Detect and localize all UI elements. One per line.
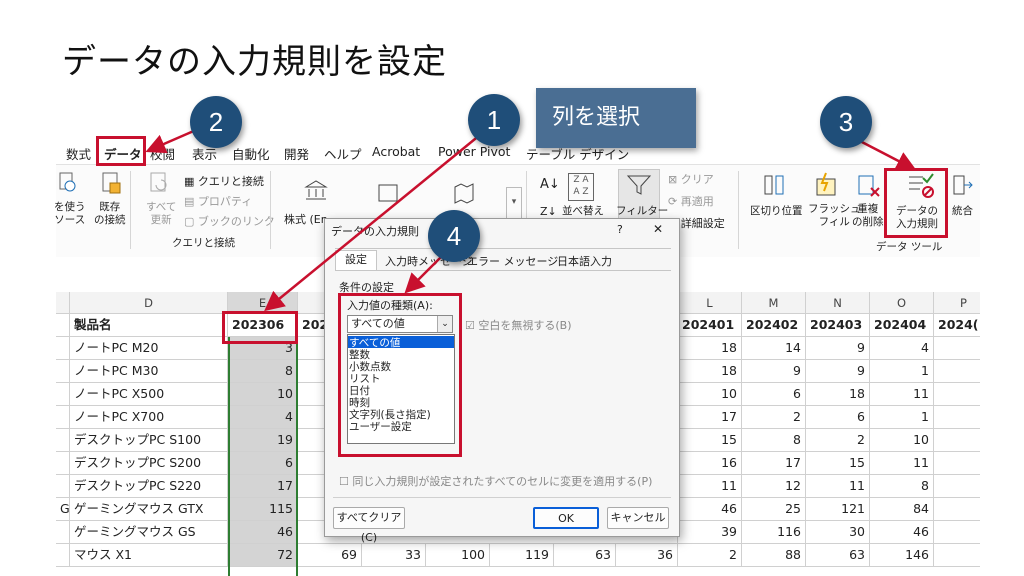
step-1-badge: 1 [468,94,520,146]
step-3-badge: 3 [820,96,872,148]
annotation-arrows [145,128,917,312]
select-column-callout: 列を選択 [536,88,696,148]
step-4-badge: 4 [428,210,480,262]
step-2-badge: 2 [190,96,242,148]
